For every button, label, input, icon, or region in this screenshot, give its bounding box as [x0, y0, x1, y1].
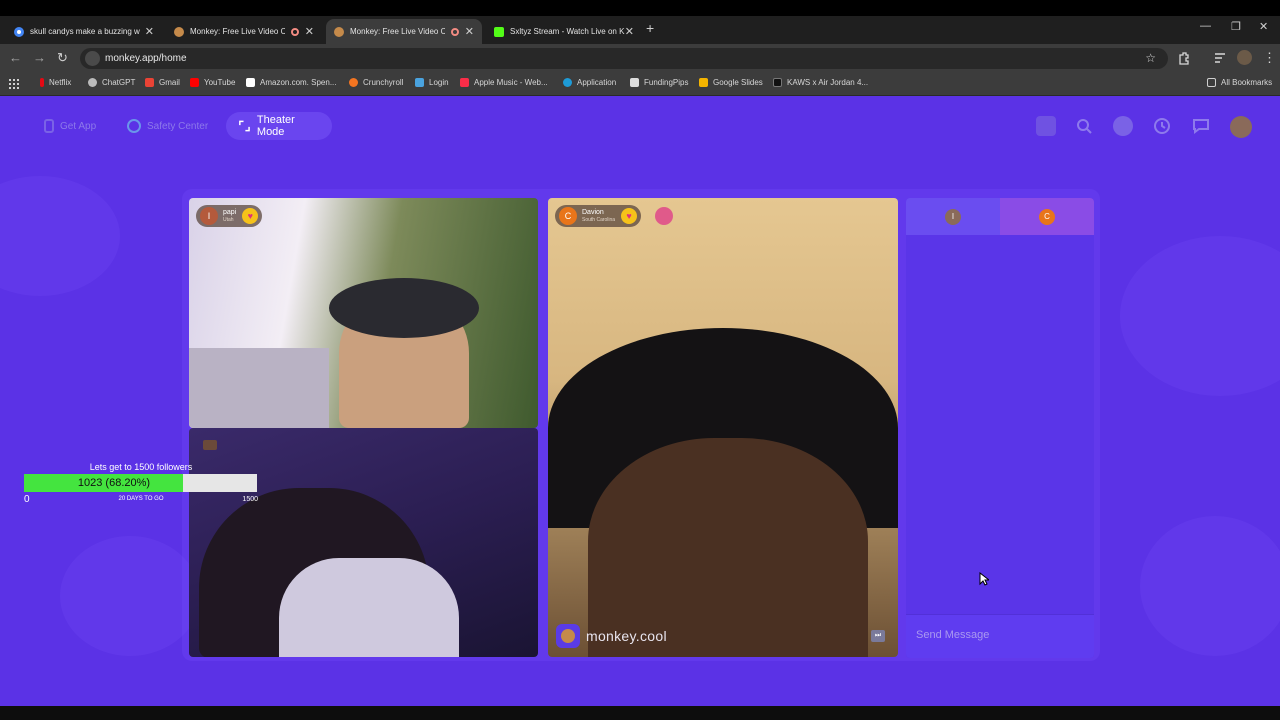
monkey-icon [174, 26, 184, 37]
close-tab-icon[interactable]: ✕ [625, 25, 634, 38]
os-top-bar [0, 0, 1280, 16]
folder-icon [1207, 78, 1216, 87]
browser-toolbar: ← → ↻ monkey.app/home ☆ ⋮ [0, 44, 1280, 72]
get-app-button[interactable]: Get App [32, 112, 108, 140]
video-feed-davion[interactable]: C Davion South Carolina ♥ ⏭ [548, 198, 898, 657]
goal-progress-bar: 1023 (68.20%) [24, 474, 257, 492]
all-bookmarks[interactable]: All Bookmarks [1207, 78, 1272, 87]
browser-tab[interactable]: Sxltyz Stream - Watch Live on K ✕ [486, 19, 642, 44]
background-blob [1120, 236, 1280, 396]
phone-icon [44, 119, 54, 133]
background-blob [0, 176, 120, 296]
chat-bubble-icon[interactable] [1191, 116, 1211, 136]
close-tab-icon[interactable]: ✕ [305, 25, 314, 38]
bookmark-application[interactable]: Application [563, 78, 616, 87]
browser-menu-icon[interactable]: ⋮ [1263, 50, 1276, 66]
kaws-icon [773, 78, 782, 87]
apps-grid-icon[interactable] [9, 79, 19, 89]
chat-panel: I C Send Message [906, 198, 1094, 658]
heart-icon[interactable]: ♥ [621, 208, 638, 224]
recording-icon [290, 27, 299, 36]
close-tab-icon[interactable]: ✕ [465, 25, 474, 38]
person-in-video [189, 348, 329, 428]
background-blob [1140, 516, 1280, 656]
bookmark-kaws[interactable]: KAWS x Air Jordan 4... [773, 78, 868, 87]
browser-tab-active[interactable]: Monkey: Free Live Video Ch ✕ [326, 19, 482, 44]
bookmark-crunchyroll[interactable]: Crunchyroll [349, 78, 403, 87]
google-slides-icon [699, 78, 708, 87]
bookmark-fundingpips[interactable]: FundingPips [630, 78, 688, 87]
shield-icon [127, 119, 141, 133]
forward-icon[interactable]: → [33, 50, 46, 65]
person-in-video [329, 278, 479, 338]
skip-icon[interactable]: ⏭ [871, 630, 885, 642]
send-message-input[interactable]: Send Message [906, 614, 1094, 658]
media-control-icon[interactable] [1213, 51, 1227, 65]
chat-tab[interactable]: C [1000, 198, 1094, 235]
address-bar[interactable]: monkey.app/home ☆ [80, 48, 1168, 69]
bookmark-google-slides[interactable]: Google Slides [699, 78, 763, 87]
bookmark-youtube[interactable]: YouTube [190, 78, 235, 87]
bookmark-star-icon[interactable]: ☆ [1145, 51, 1156, 65]
youtube-icon [190, 78, 199, 87]
fundingpips-icon [630, 78, 639, 87]
login-icon [415, 78, 424, 87]
gmail-icon [145, 78, 154, 87]
monkey-icon [334, 26, 344, 37]
bookmarks-bar: Netflix ChatGPT Gmail YouTube Amazon.com… [0, 72, 1280, 96]
bookmark-chatgpt[interactable]: ChatGPT [88, 78, 135, 87]
back-icon[interactable]: ← [9, 50, 22, 65]
safety-center-button[interactable]: Safety Center [115, 112, 220, 140]
video-feed-papi[interactable]: I papi Utah ♥ [189, 198, 538, 428]
bookmark-apple-music[interactable]: Apple Music - Web... [460, 78, 548, 87]
monkey-watermark: monkey.cool [556, 624, 667, 648]
new-tab-button[interactable]: + [646, 20, 654, 36]
chat-tab[interactable]: I [906, 198, 1000, 235]
close-tab-icon[interactable]: ✕ [145, 25, 154, 38]
browser-tab-strip: skull candys make a buzzing w ✕ Monkey: … [0, 16, 1280, 44]
close-window-icon[interactable]: ✕ [1259, 20, 1268, 33]
recording-icon [450, 27, 459, 36]
profile-avatar[interactable] [1230, 116, 1252, 138]
person-in-video [279, 558, 459, 657]
chat-tabs: I C [906, 198, 1094, 235]
crunchyroll-icon [349, 78, 358, 87]
shop-icon[interactable] [1036, 116, 1056, 136]
os-bottom-bar [0, 706, 1280, 720]
mouse-cursor-icon [979, 572, 989, 586]
browser-tab[interactable]: Monkey: Free Live Video Ch ✕ [166, 19, 322, 44]
background-blob [60, 536, 200, 656]
minimize-icon[interactable]: — [1200, 20, 1211, 32]
profile-avatar[interactable] [1237, 50, 1252, 65]
camera-icon [203, 440, 217, 450]
bookmark-gmail[interactable]: Gmail [145, 78, 180, 87]
monkey-logo-icon [556, 624, 580, 648]
kick-icon [494, 26, 504, 37]
heart-icon[interactable]: ♥ [242, 208, 259, 224]
participant-badge: C Davion South Carolina ♥ [555, 205, 642, 227]
bookmark-amazon[interactable]: Amazon.com. Spen... [246, 78, 336, 87]
theater-mode-button[interactable]: Theater Mode [226, 112, 332, 140]
extensions-icon[interactable] [1177, 51, 1191, 65]
browser-tab[interactable]: skull candys make a buzzing w ✕ [6, 19, 162, 44]
expand-icon [239, 120, 250, 132]
follower-goal-widget: Lets get to 1500 followers 1023 (68.20%)… [24, 462, 258, 505]
badge-icon [655, 207, 673, 225]
application-icon [563, 78, 572, 87]
bookmark-netflix[interactable]: Netflix [40, 78, 71, 87]
google-icon [14, 26, 24, 37]
coin-icon[interactable] [1113, 116, 1133, 136]
reload-icon[interactable]: ↻ [57, 50, 68, 66]
site-info-icon[interactable] [85, 51, 100, 66]
history-icon[interactable] [1152, 116, 1172, 136]
netflix-icon [40, 78, 44, 87]
search-icon[interactable] [1074, 116, 1094, 136]
bookmark-login[interactable]: Login [415, 78, 449, 87]
apple-music-icon [460, 78, 469, 87]
chatgpt-icon [88, 78, 97, 87]
participant-badge: I papi Utah ♥ [196, 205, 263, 227]
amazon-icon [246, 78, 255, 87]
url-text: monkey.app/home [105, 53, 187, 64]
maximize-icon[interactable]: ❐ [1231, 20, 1241, 33]
